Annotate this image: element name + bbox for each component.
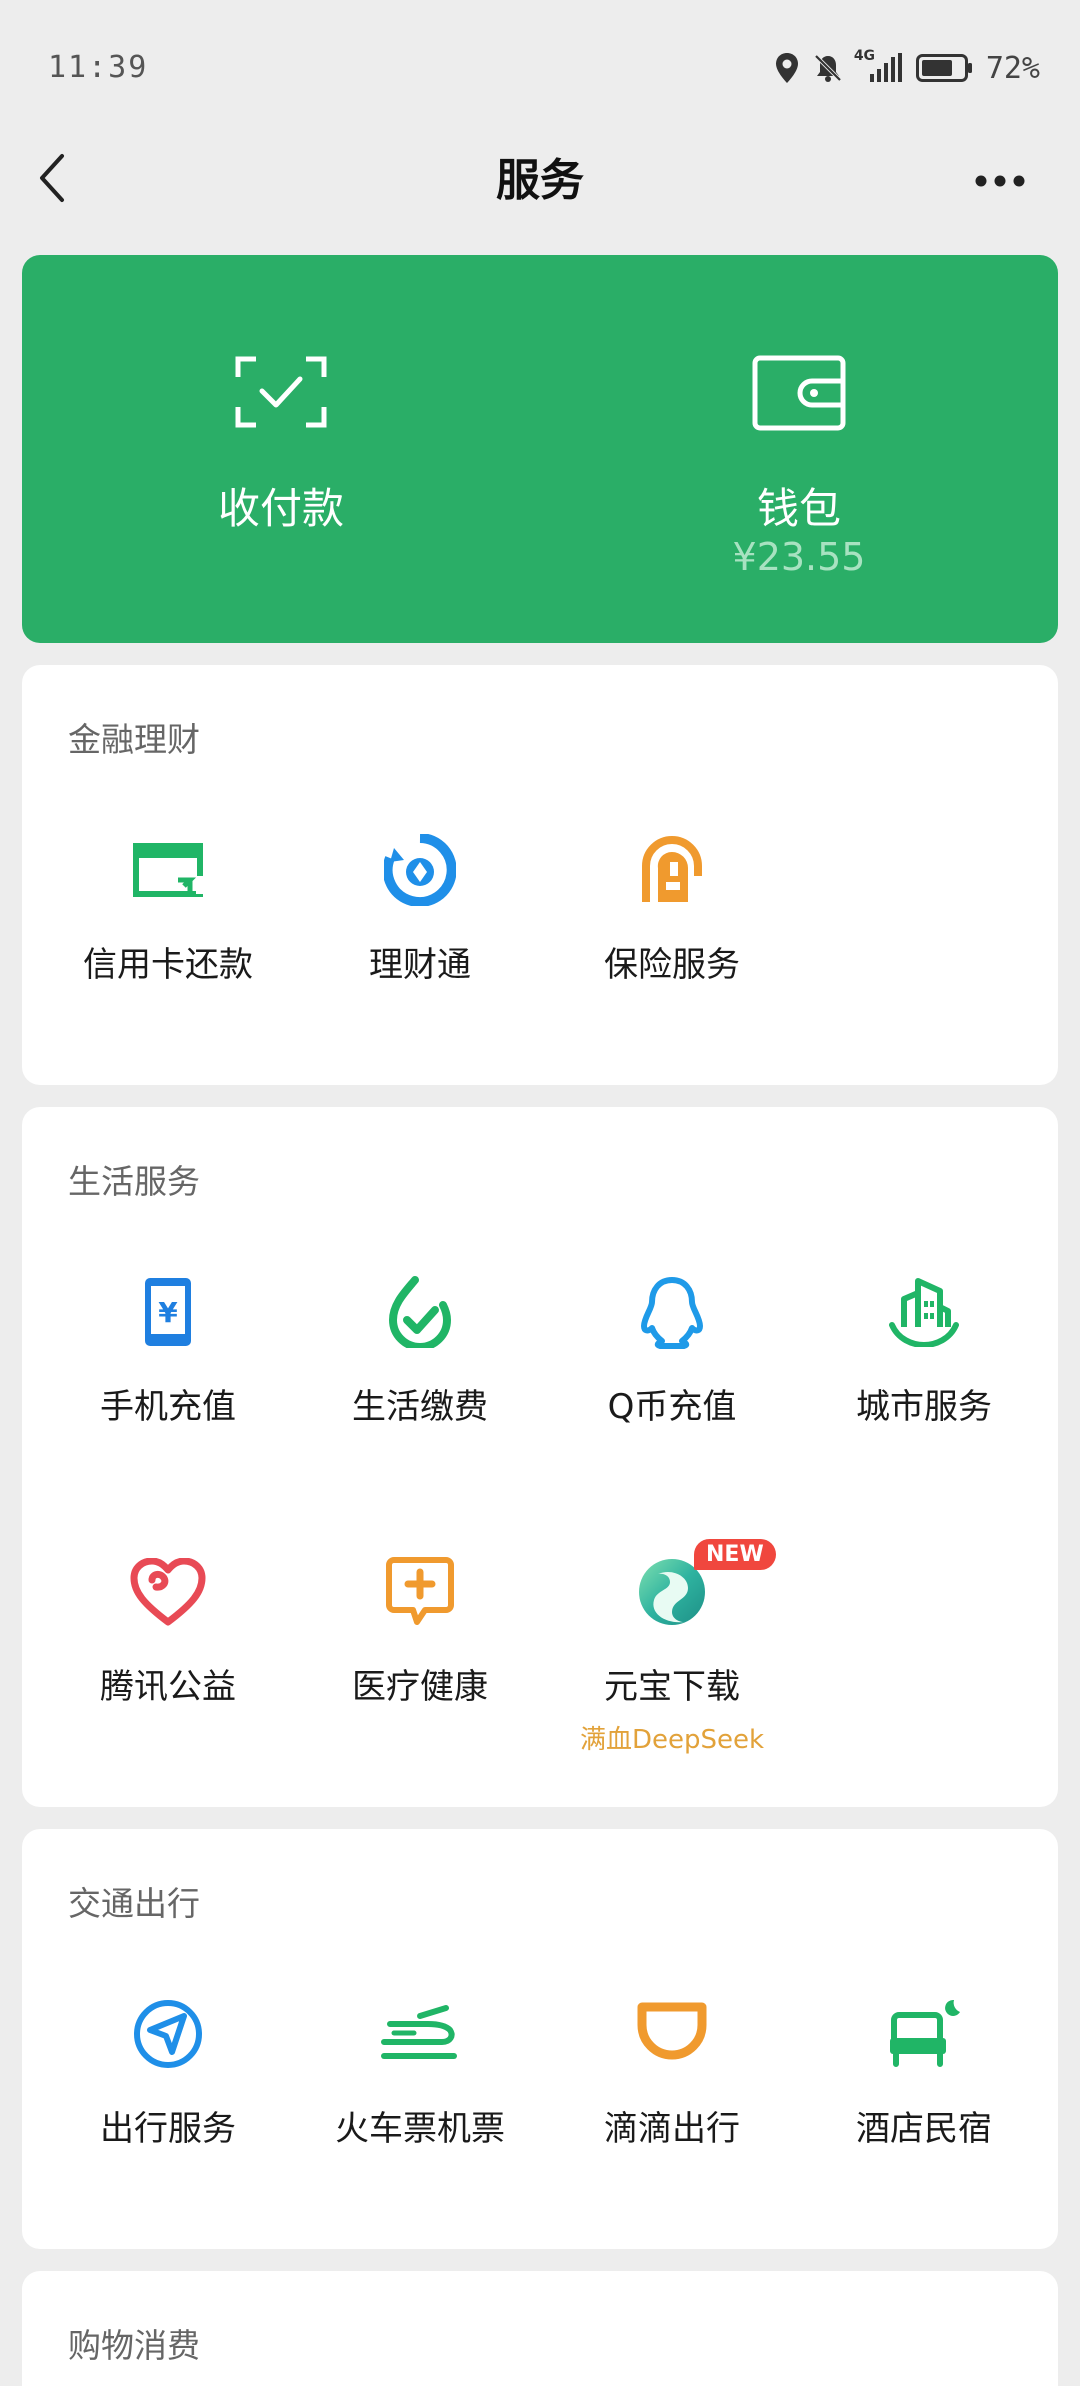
signal-icon: 4G: [854, 48, 904, 84]
didi-icon: [546, 1989, 798, 2079]
item-label: 火车票机票: [335, 2109, 505, 2149]
section-title: 交通出行: [68, 1884, 200, 1923]
utility-bill-icon: [294, 1267, 546, 1357]
train-icon: [294, 1989, 546, 2079]
item-label: 出行服务: [100, 2109, 236, 2149]
section-shopping: 购物消费: [22, 2271, 1058, 2386]
status-bar: 11:39 4G 72%: [0, 0, 1080, 140]
item-label: 信用卡还款: [83, 945, 253, 985]
battery-icon: [915, 53, 974, 83]
section-title: 生活服务: [68, 1162, 200, 1201]
wallet-icon: [540, 355, 1058, 445]
city-services-item[interactable]: 城市服务: [798, 1267, 1050, 1467]
wallet-card: 收付款 钱包 ¥23.55: [22, 255, 1058, 643]
wealth-item[interactable]: 理财通: [294, 825, 546, 1025]
yuanbao-download-item[interactable]: NEW 元宝下载 满血DeepSeek: [546, 1539, 798, 1755]
wallet-balance: ¥23.55: [732, 535, 866, 579]
section-finance: 金融理财 信用卡还款 理财通 保险服务: [22, 665, 1058, 1085]
battery-percent: 72%: [985, 50, 1040, 86]
more-dots-icon: [974, 173, 1026, 192]
wallet-label: 钱包: [756, 484, 841, 533]
pay-receive-button[interactable]: 收付款: [22, 255, 540, 643]
item-sublabel: 满血DeepSeek: [579, 1725, 765, 1755]
travel-service-item[interactable]: 出行服务: [42, 1989, 294, 2189]
hotel-bed-icon: [798, 1989, 1050, 2079]
location-icon: [774, 52, 800, 84]
medical-icon: [294, 1547, 546, 1637]
hotel-item[interactable]: 酒店民宿: [798, 1989, 1050, 2189]
scan-check-icon: [22, 355, 540, 445]
nav-bar: 服务: [0, 130, 1080, 230]
insurance-icon: [546, 825, 798, 915]
q-coin-item[interactable]: Q币充值: [546, 1267, 798, 1467]
phone-topup-icon: ¥: [42, 1267, 294, 1357]
utility-bill-item[interactable]: 生活缴费: [294, 1267, 546, 1467]
item-label: 腾讯公益: [100, 1667, 236, 1707]
status-icons: 4G 72%: [774, 48, 1040, 88]
item-label: 生活缴费: [352, 1387, 488, 1427]
svg-text:¥: ¥: [158, 1296, 178, 1329]
item-label: Q币充值: [607, 1387, 737, 1427]
section-life: 生活服务 ¥ 手机充值 生活缴费 Q币充值 城市服务 腾讯公益 医疗健康 NEW…: [22, 1107, 1058, 1807]
item-label: 保险服务: [604, 945, 740, 985]
item-label: 元宝下载: [604, 1667, 740, 1707]
page-title: 服务: [496, 155, 584, 206]
item-label: 理财通: [369, 945, 471, 985]
medical-health-item[interactable]: 医疗健康: [294, 1547, 546, 1747]
status-time: 11:39: [48, 50, 149, 85]
item-label: 医疗健康: [352, 1667, 488, 1707]
charity-heart-icon: [42, 1547, 294, 1637]
wallet-button[interactable]: 钱包 ¥23.55: [540, 255, 1058, 643]
train-flight-item[interactable]: 火车票机票: [294, 1989, 546, 2189]
item-label: 城市服务: [856, 1387, 992, 1427]
item-label: 滴滴出行: [604, 2109, 740, 2149]
insurance-item[interactable]: 保险服务: [546, 825, 798, 1025]
section-title: 购物消费: [68, 2326, 200, 2365]
more-button[interactable]: [960, 152, 1040, 212]
new-badge: NEW: [694, 1539, 776, 1570]
didi-item[interactable]: 滴滴出行: [546, 1989, 798, 2189]
credit-card-repay-item[interactable]: 信用卡还款: [42, 825, 294, 1025]
wealth-icon: [294, 825, 546, 915]
item-label: 手机充值: [100, 1387, 236, 1427]
city-icon: [798, 1267, 1050, 1357]
navigation-icon: [42, 1989, 294, 2079]
mute-bell-icon: [812, 52, 844, 84]
credit-card-icon: [42, 825, 294, 915]
phone-topup-item[interactable]: ¥ 手机充值: [42, 1267, 294, 1467]
tencent-charity-item[interactable]: 腾讯公益: [42, 1547, 294, 1747]
item-label: 酒店民宿: [856, 2109, 992, 2149]
section-title: 金融理财: [68, 720, 200, 759]
network-type-label: 4G: [853, 48, 876, 64]
section-transport: 交通出行 出行服务 火车票机票 滴滴出行 酒店民宿: [22, 1829, 1058, 2249]
qq-penguin-icon: [546, 1267, 798, 1357]
pay-receive-label: 收付款: [217, 484, 344, 533]
